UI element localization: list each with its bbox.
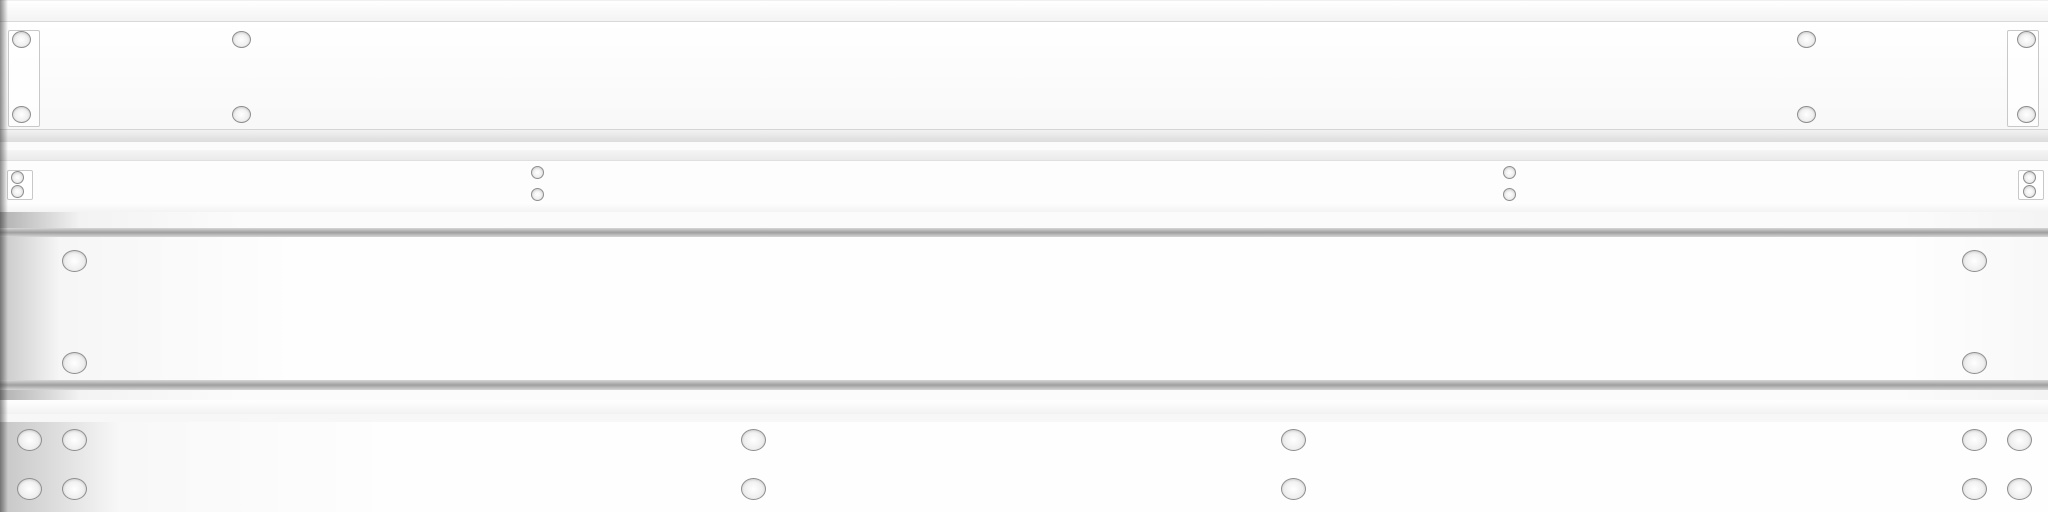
mount-hole <box>12 31 31 48</box>
panel-d-top-band <box>0 400 2048 415</box>
mount-hole <box>17 478 42 500</box>
mount-hole <box>232 106 251 123</box>
panel-c <box>0 212 2048 400</box>
mount-hole <box>62 250 87 272</box>
mount-hole <box>1503 166 1516 179</box>
mount-hole <box>1962 250 1987 272</box>
mount-hole <box>531 188 544 201</box>
mount-hole <box>2007 478 2032 500</box>
mount-hole <box>17 429 42 451</box>
mount-hole <box>1962 429 1987 451</box>
mount-hole <box>1281 429 1306 451</box>
mount-hole <box>531 166 544 179</box>
panel-d <box>0 400 2048 512</box>
mount-hole <box>1503 188 1516 201</box>
texture-canvas <box>0 0 2048 512</box>
mount-hole <box>741 429 766 451</box>
mount-hole <box>2023 185 2036 198</box>
mount-hole <box>741 478 766 500</box>
panel-a-top-band <box>0 1 2048 22</box>
mount-hole <box>62 352 87 374</box>
panel-a-bottom-band <box>0 129 2048 142</box>
panel-c-bottom-rib <box>0 380 2048 390</box>
mount-hole <box>11 171 24 184</box>
panel-d-stripe <box>0 414 2048 422</box>
mount-hole <box>2017 31 2036 48</box>
mount-hole <box>1797 31 1816 48</box>
mount-hole <box>62 429 87 451</box>
mount-hole <box>232 31 251 48</box>
mount-hole <box>2023 171 2036 184</box>
panel-c-surface <box>0 237 2048 380</box>
panel-a-surface <box>0 22 2048 129</box>
mount-hole <box>1962 352 1987 374</box>
left-edge-shadow <box>0 0 8 512</box>
mount-hole <box>2007 429 2032 451</box>
panel-b-bottom-band <box>0 202 2048 212</box>
panel-a <box>0 0 2048 142</box>
mount-hole <box>62 478 87 500</box>
panel-b-top-band <box>0 150 2048 161</box>
mount-hole <box>1962 478 1987 500</box>
mount-hole <box>1281 478 1306 500</box>
mount-hole <box>2017 106 2036 123</box>
mount-hole <box>1797 106 1816 123</box>
mount-hole <box>11 185 24 198</box>
mount-hole <box>12 106 31 123</box>
panel-c-top-rib <box>0 228 2048 237</box>
panel-b <box>0 150 2048 212</box>
